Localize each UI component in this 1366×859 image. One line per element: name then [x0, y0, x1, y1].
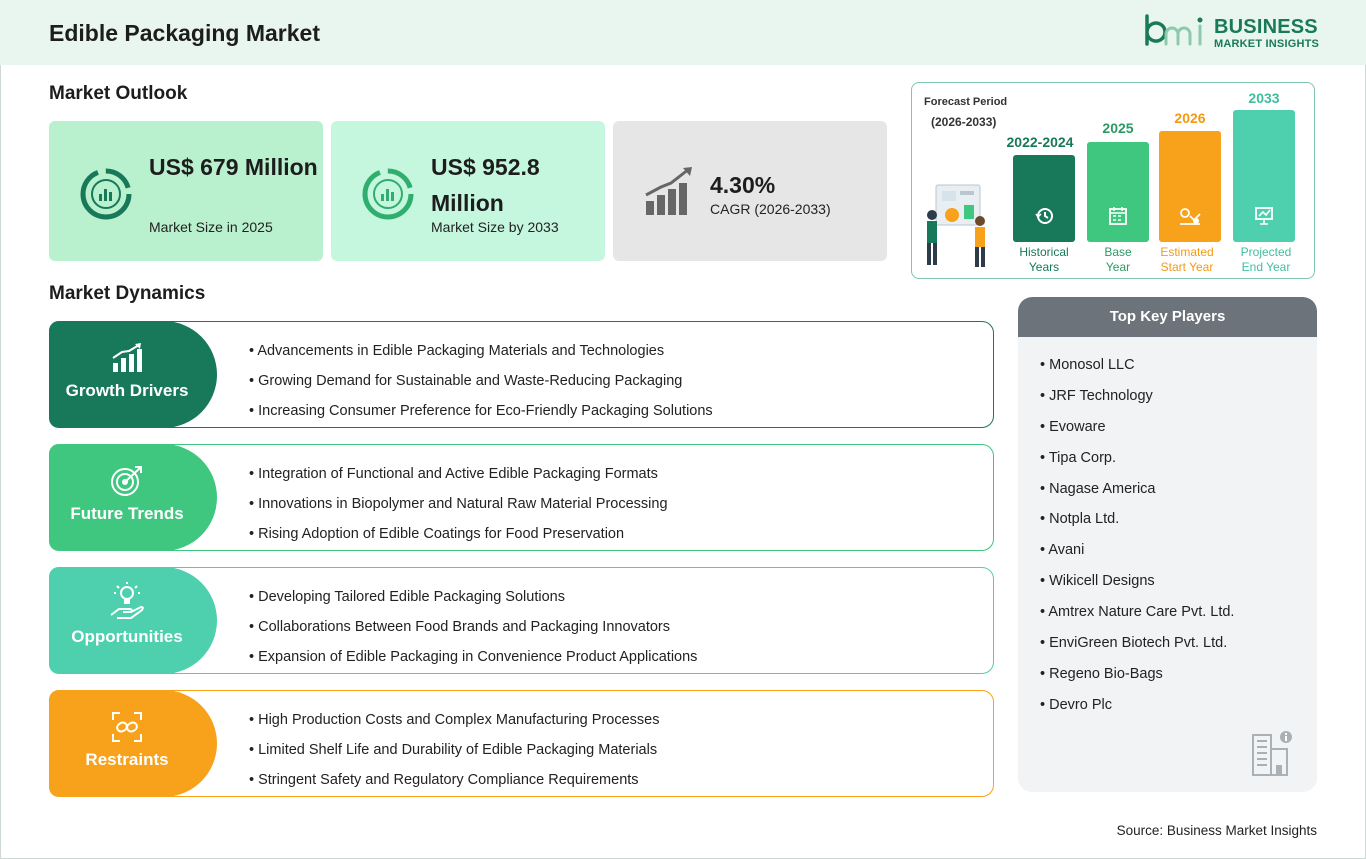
list-item: Collaborations Between Food Brands and P… [249, 617, 697, 647]
list-item: Advancements in Edible Packaging Materia… [249, 341, 713, 371]
stat-card-market-size-2033: US$ 952.8 Million Market Size by 2033 [331, 121, 605, 261]
market-dynamics-title: Market Dynamics [49, 283, 206, 304]
market-outlook-title: Market Outlook [49, 83, 188, 104]
forecast-label-projected: Projected End Year [1226, 245, 1306, 275]
list-item: JRF Technology [1040, 386, 1234, 417]
list-item: Developing Tailored Edible Packaging Sol… [249, 587, 697, 617]
forecast-bar-estimated [1159, 131, 1221, 242]
top-key-players-panel: Top Key Players Monosol LLC JRF Technolo… [1018, 297, 1317, 792]
source-note: Source: Business Market Insights [1116, 823, 1317, 838]
bmi-logo-icon [1145, 14, 1203, 46]
people-analytics-illustration [927, 184, 985, 267]
list-item: Notpla Ltd. [1040, 509, 1234, 540]
forecast-label-estimated: Estimated Start Year [1147, 245, 1227, 275]
forecast-label-line2: Year [1105, 260, 1131, 274]
building-info-icon [1252, 731, 1292, 776]
forecast-period-label: Forecast Period [924, 96, 1008, 108]
forecast-year-base: 2025 [1102, 120, 1134, 136]
target-icon [111, 466, 142, 496]
pie-chart-icon [80, 168, 132, 220]
list-item: Amtrex Nature Care Pvt. Ltd. [1040, 602, 1234, 633]
list-item: Monosol LLC [1040, 355, 1234, 386]
forecast-label-base: Base Year [1078, 245, 1158, 275]
header: Edible Packaging Market BUSINESS MARKET … [0, 0, 1366, 65]
stat-label: Market Size by 2033 [431, 219, 559, 235]
list-item: High Production Costs and Complex Manufa… [249, 710, 659, 740]
players-list: Monosol LLC JRF Technology Evoware Tipa … [1040, 355, 1234, 726]
dynamics-list: Integration of Functional and Active Edi… [249, 464, 668, 554]
forecast-year-projected: 2033 [1248, 90, 1280, 106]
forecast-period-range: (2026-2033) [931, 115, 997, 129]
list-item: Integration of Functional and Active Edi… [249, 464, 668, 494]
dynamics-list: Advancements in Edible Packaging Materia… [249, 341, 713, 431]
list-item: Growing Demand for Sustainable and Waste… [249, 371, 713, 401]
broken-chain-icon [112, 712, 142, 742]
dynamics-list: High Production Costs and Complex Manufa… [249, 710, 659, 800]
logo-line2: MARKET INSIGHTS [1214, 38, 1320, 50]
dynamics-label: Opportunities [71, 627, 183, 646]
list-item: Tipa Corp. [1040, 448, 1234, 479]
dynamics-tab-growth-drivers: Growth Drivers [49, 321, 217, 428]
stat-card-cagr: 4.30% CAGR (2026-2033) [613, 121, 887, 261]
calendar-icon [1109, 207, 1127, 225]
list-item: Stringent Safety and Regulatory Complian… [249, 770, 659, 800]
stat-value: 4.30% [710, 172, 776, 198]
growth-chart-icon [645, 167, 692, 215]
forecast-period-panel: Forecast Period (2026-2033) 2022-2024 Hi… [911, 82, 1315, 279]
forecast-year-estimated: 2026 [1174, 110, 1206, 126]
history-icon [1035, 208, 1053, 224]
dynamics-future-trends: Future Trends Integration of Functional … [49, 444, 994, 551]
list-item: EnviGreen Biotech Pvt. Ltd. [1040, 633, 1234, 664]
forecast-label-line1: Base [1104, 245, 1132, 259]
dynamics-growth-drivers: Growth Drivers Advancements in Edible Pa… [49, 321, 994, 428]
stat-label: CAGR (2026-2033) [710, 201, 831, 217]
forecast-bar-historical [1013, 155, 1075, 242]
list-item: Regeno Bio-Bags [1040, 664, 1234, 695]
dynamics-label: Restraints [85, 750, 169, 769]
forecast-label-historical: Historical Years [1004, 245, 1084, 275]
pie-chart-icon [362, 168, 414, 220]
forecast-label-line1: Projected [1240, 245, 1292, 259]
dynamics-label: Growth Drivers [65, 381, 189, 400]
list-item: Innovations in Biopolymer and Natural Ra… [249, 494, 667, 524]
list-item: Increasing Consumer Preference for Eco-F… [249, 401, 713, 431]
list-item: Evoware [1040, 417, 1234, 448]
list-item: Avani [1040, 540, 1234, 571]
forecast-label-line1: Historical [1019, 245, 1069, 259]
dynamics-list: Developing Tailored Edible Packaging Sol… [249, 587, 697, 677]
lightbulb-hand-icon [110, 582, 144, 619]
page-title: Edible Packaging Market [49, 20, 320, 46]
stat-value: US$ 679 Million [149, 154, 318, 180]
list-item: Nagase America [1040, 479, 1234, 510]
dynamics-tab-opportunities: Opportunities [49, 567, 217, 674]
forecast-bar-base [1087, 142, 1149, 242]
dynamics-label: Future Trends [70, 504, 184, 523]
list-item: Limited Shelf Life and Durability of Edi… [249, 740, 659, 770]
dynamics-restraints: Restraints High Production Costs and Com… [49, 690, 994, 797]
stat-value: US$ 952.8 Million [431, 154, 540, 216]
forecast-bar-projected [1233, 110, 1295, 242]
estimate-icon [1180, 208, 1201, 225]
presentation-icon [1255, 207, 1273, 225]
forecast-label-line2: Years [1028, 260, 1060, 274]
players-title: Top Key Players [1018, 297, 1317, 337]
forecast-label-line2: End Year [1241, 260, 1291, 274]
list-item: Devro Plc [1040, 695, 1234, 726]
forecast-year-historical: 2022-2024 [1006, 134, 1074, 150]
list-item: Wikicell Designs [1040, 571, 1234, 602]
forecast-label-line2: Start Year [1160, 260, 1214, 274]
list-item: Expansion of Edible Packaging in Conveni… [249, 647, 697, 677]
dynamics-opportunities: Opportunities Developing Tailored Edible… [49, 567, 994, 674]
growth-bars-icon [112, 343, 142, 372]
dynamics-tab-future-trends: Future Trends [49, 444, 217, 551]
stat-label: Market Size in 2025 [149, 219, 273, 235]
logo-line1: BUSINESS [1214, 16, 1318, 38]
stat-card-market-size-2025: US$ 679 Million Market Size in 2025 [49, 121, 323, 261]
forecast-label-line1: Estimated [1160, 245, 1214, 259]
brand-logo: BUSINESS MARKET INSIGHTS [1144, 14, 1324, 54]
list-item: Rising Adoption of Edible Coatings for F… [249, 524, 668, 554]
dynamics-tab-restraints: Restraints [49, 690, 217, 797]
